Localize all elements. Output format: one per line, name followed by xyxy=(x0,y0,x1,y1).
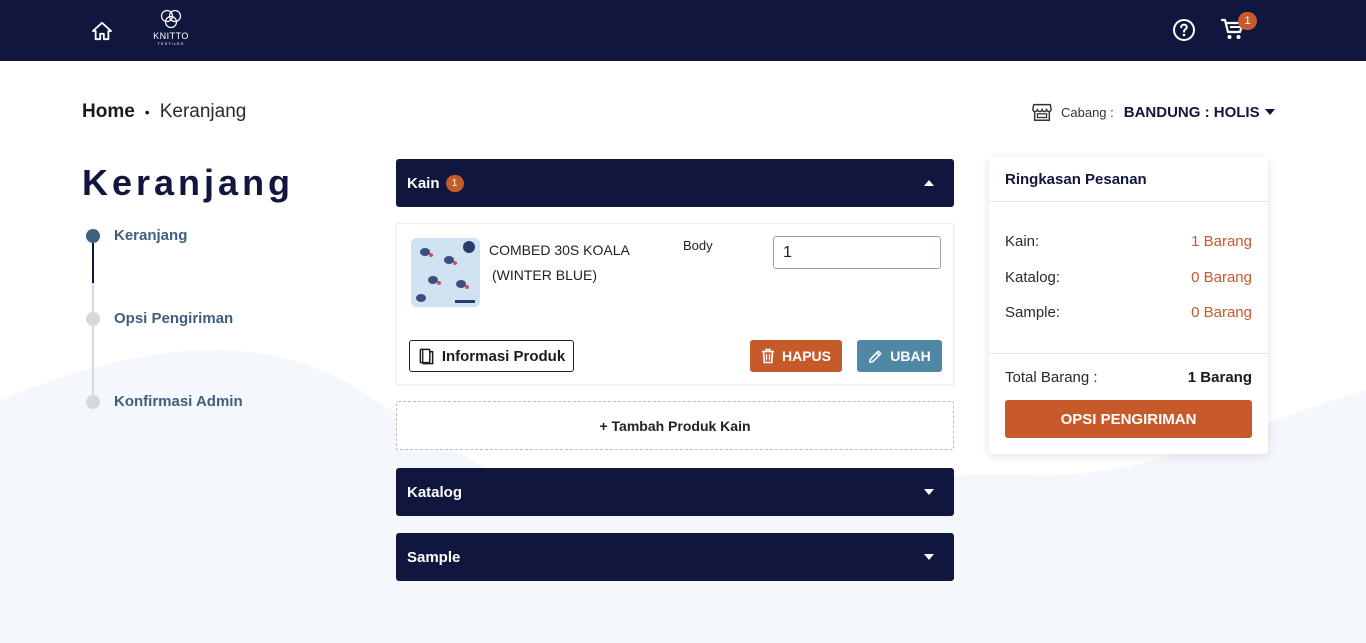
product-name-line1: COMBED 30S KOALA xyxy=(489,242,630,258)
summary-divider xyxy=(989,201,1268,202)
main-content: Home • Keranjang Cabang : BANDUNG : HOLI… xyxy=(0,61,1366,643)
edit-label: UBAH xyxy=(890,348,931,364)
chevron-down-icon xyxy=(924,554,934,560)
katalog-section-title: Katalog xyxy=(407,483,463,501)
product-info-button[interactable]: Informasi Produk xyxy=(409,340,574,372)
breadcrumb-current: Keranjang xyxy=(159,101,247,122)
chevron-down-icon xyxy=(1264,109,1275,115)
product-name-line2: (WINTER BLUE) xyxy=(492,267,597,283)
logo-text: KNITTO xyxy=(153,31,189,41)
step-label: Opsi Pengiriman xyxy=(114,310,234,327)
chevron-up-icon xyxy=(924,180,934,186)
summary-value: 1 Barang xyxy=(1191,233,1252,250)
home-icon xyxy=(92,21,112,41)
shipping-options-button[interactable]: OPSI PENGIRIMAN xyxy=(1005,400,1252,438)
step-dot xyxy=(86,311,100,326)
summary-row-sample: Sample: 0 Barang xyxy=(1005,304,1252,321)
cart-item-card: COMBED 30S KOALA (WINTER BLUE) Body KG I… xyxy=(396,223,954,385)
store-icon xyxy=(1032,103,1052,121)
step-keranjang[interactable]: Keranjang xyxy=(82,227,187,244)
pencil-icon xyxy=(868,349,883,364)
page-title: Keranjang xyxy=(82,162,295,203)
help-button[interactable] xyxy=(1172,18,1196,42)
branch-label: Cabang : xyxy=(1061,104,1114,120)
delete-button[interactable]: HAPUS xyxy=(750,340,842,372)
quantity-input[interactable] xyxy=(774,237,940,268)
breadcrumb-home[interactable]: Home xyxy=(82,101,135,123)
step-label: Konfirmasi Admin xyxy=(114,393,243,410)
knitto-logo[interactable]: KNITTO TEXTILES xyxy=(148,8,194,54)
step-konfirmasi-admin[interactable]: Konfirmasi Admin xyxy=(82,393,243,410)
cart-count-badge: 1 xyxy=(1238,12,1257,30)
katalog-accordion-header[interactable]: Katalog xyxy=(396,468,954,516)
sample-accordion-header[interactable]: Sample xyxy=(396,533,954,581)
top-navbar: KNITTO TEXTILES 1 xyxy=(0,0,1366,61)
breadcrumb: Home • Keranjang xyxy=(82,101,246,123)
kain-accordion-header[interactable]: Kain 1 xyxy=(396,159,954,207)
step-dot xyxy=(86,394,100,409)
checkout-stepper: Keranjang Opsi Pengiriman Konfirmasi Adm… xyxy=(82,227,342,427)
book-icon xyxy=(418,348,435,365)
summary-key: Sample: xyxy=(1005,304,1061,321)
step-dot-active xyxy=(86,228,100,243)
step-label: Keranjang xyxy=(114,227,188,244)
summary-row-katalog: Katalog: 0 Barang xyxy=(1005,269,1252,286)
product-variant: Body xyxy=(683,238,713,253)
product-thumbnail[interactable] xyxy=(411,238,480,307)
branch-selector: Cabang : BANDUNG : HOLIS xyxy=(1031,101,1275,123)
summary-divider xyxy=(989,353,1268,354)
product-info-label: Informasi Produk xyxy=(441,347,566,365)
summary-value: 0 Barang xyxy=(1191,269,1252,286)
kain-count-badge: 1 xyxy=(445,174,464,192)
help-icon xyxy=(1173,19,1195,41)
add-product-button[interactable]: + Tambah Produk Kain xyxy=(396,401,954,450)
summary-total-row: Total Barang : 1 Barang xyxy=(1005,369,1252,386)
stepper-line xyxy=(92,283,94,401)
chevron-down-icon xyxy=(924,489,934,495)
product-image xyxy=(411,238,480,307)
knitto-logo-icon xyxy=(160,9,182,29)
summary-value: 0 Barang xyxy=(1191,304,1252,321)
step-opsi-pengiriman[interactable]: Opsi Pengiriman xyxy=(82,310,233,327)
product-name: COMBED 30S KOALA (WINTER BLUE) xyxy=(489,238,669,288)
summary-key: Kain: xyxy=(1005,233,1040,250)
quantity-field: KG xyxy=(773,236,941,269)
home-button[interactable] xyxy=(88,17,116,45)
summary-title: Ringkasan Pesanan xyxy=(1005,171,1147,188)
edit-button[interactable]: UBAH xyxy=(857,340,942,372)
order-summary-card: Ringkasan Pesanan Kain: 1 Barang Katalog… xyxy=(989,157,1268,454)
trash-icon xyxy=(761,348,775,364)
branch-value: BANDUNG : HOLIS xyxy=(1123,103,1260,121)
delete-label: HAPUS xyxy=(781,348,831,364)
summary-total-key: Total Barang : xyxy=(1005,369,1098,386)
sample-section: Sample xyxy=(396,533,954,581)
kain-section: Kain 1 xyxy=(396,159,954,207)
sample-section-title: Sample xyxy=(407,548,461,566)
katalog-section: Katalog xyxy=(396,468,954,516)
summary-row-kain: Kain: 1 Barang xyxy=(1005,233,1252,250)
kain-section-title: Kain xyxy=(407,174,440,192)
logo-subtext: TEXTILES xyxy=(157,41,185,46)
summary-total-value: 1 Barang xyxy=(1187,369,1252,386)
branch-dropdown[interactable]: BANDUNG : HOLIS xyxy=(1124,104,1275,121)
breadcrumb-separator: • xyxy=(144,104,150,120)
summary-key: Katalog: xyxy=(1005,269,1061,286)
